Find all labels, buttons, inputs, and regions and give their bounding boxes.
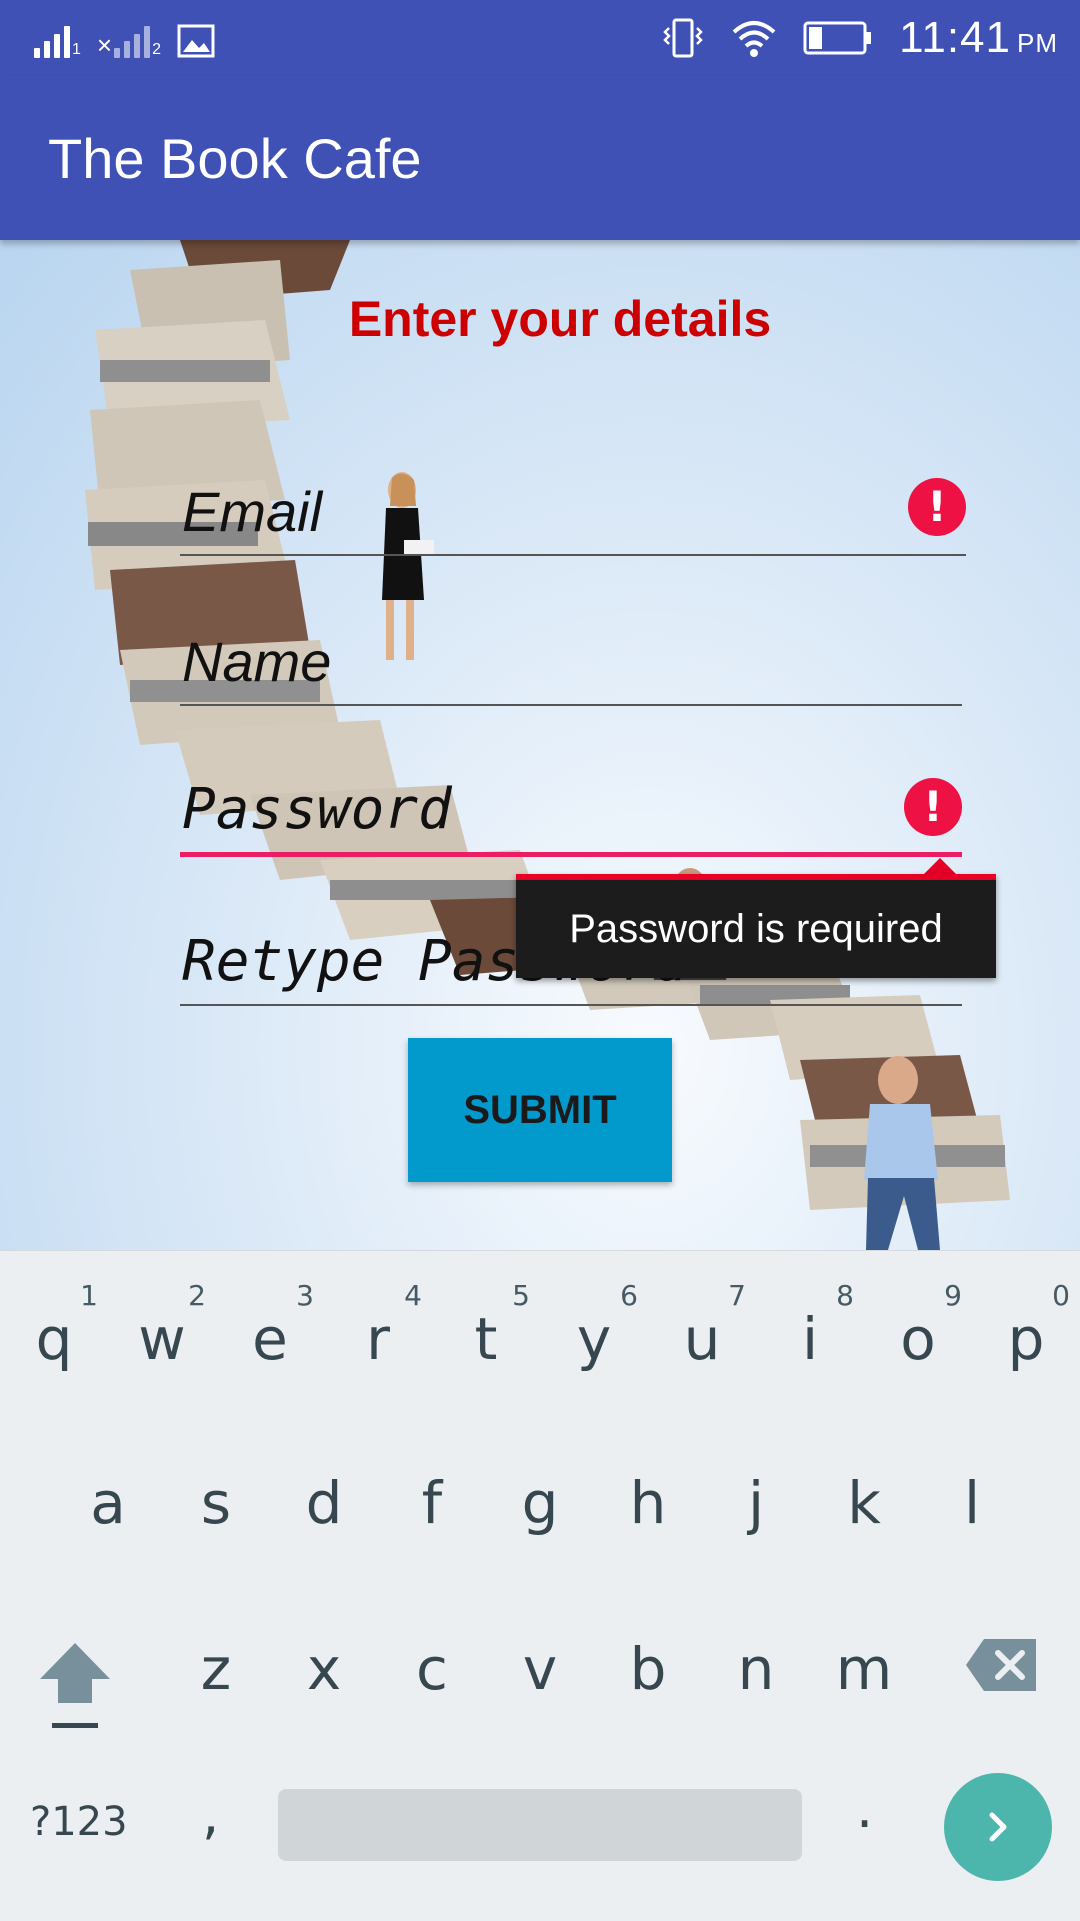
key-char: g (521, 1469, 559, 1537)
chevron-right-icon (989, 1812, 1007, 1842)
clock-ampm: PM (1017, 28, 1058, 58)
space-key[interactable] (278, 1789, 802, 1861)
key-x[interactable]: x (270, 1595, 378, 1725)
signal-icon: 1 (34, 24, 81, 58)
key-j[interactable]: j (702, 1429, 810, 1559)
password-hint: Password (182, 777, 452, 842)
key-char: o (900, 1305, 936, 1373)
key-char: m (835, 1635, 893, 1703)
image-notification-icon (177, 24, 215, 58)
key-h[interactable]: h (594, 1429, 702, 1559)
key-char: n (737, 1635, 775, 1703)
key-char: r (366, 1305, 390, 1373)
email-error-icon[interactable]: ! (908, 478, 966, 536)
submit-button[interactable]: SUBMIT (408, 1038, 672, 1182)
key-n[interactable]: n (702, 1595, 810, 1725)
key-o[interactable]: 9o (864, 1265, 972, 1395)
key-f[interactable]: f (378, 1429, 486, 1559)
battery-icon (803, 21, 872, 55)
app-title: The Book Cafe (48, 127, 422, 190)
key-char: t (474, 1305, 498, 1373)
comma-key[interactable]: , (202, 1783, 219, 1846)
key-char: x (306, 1635, 342, 1703)
key-p[interactable]: 0p (972, 1265, 1080, 1395)
key-q[interactable]: 1q (0, 1265, 108, 1395)
key-k[interactable]: k (810, 1429, 918, 1559)
key-char: k (847, 1469, 881, 1537)
key-char: f (421, 1469, 443, 1537)
form-screen: Enter your details Email ! Name Password… (0, 240, 1080, 1250)
tooltip-text: Password is required (569, 906, 943, 951)
app-bar: The Book Cafe (0, 76, 1080, 240)
key-char: v (522, 1635, 558, 1703)
form-heading: Enter your details (348, 291, 772, 347)
backspace-key[interactable] (966, 1637, 1038, 1693)
shift-icon (40, 1643, 110, 1728)
sim2-label: 2 (152, 41, 161, 58)
key-char: e (252, 1305, 288, 1373)
password-error-tooltip: Password is required (516, 874, 996, 978)
clock-time: 11:41 (899, 13, 1011, 62)
sim1-label: 1 (72, 41, 81, 58)
wifi-icon (732, 21, 776, 57)
go-key[interactable] (944, 1773, 1052, 1881)
key-char: y (576, 1305, 612, 1373)
name-hint: Name (182, 630, 332, 693)
key-e[interactable]: 3e (216, 1265, 324, 1395)
key-b[interactable]: b (594, 1595, 702, 1725)
backspace-icon (966, 1639, 1036, 1691)
tooltip-arrow (924, 858, 956, 874)
key-char: h (629, 1469, 667, 1537)
key-y[interactable]: 6y (540, 1265, 648, 1395)
soft-keyboard: 1q2w3e4r5t6y7u8i9o0p a s d f g h j k l z x c v b nm ?… (0, 1250, 1080, 1921)
period-key[interactable]: . (856, 1777, 873, 1840)
key-char: p (1007, 1305, 1045, 1373)
clock: 11:41 PM (899, 13, 1058, 63)
key-v[interactable]: v (486, 1595, 594, 1725)
shift-key[interactable] (30, 1631, 120, 1741)
key-i[interactable]: 8i (756, 1265, 864, 1395)
email-field[interactable]: Email ! (180, 474, 966, 556)
key-char: b (629, 1635, 667, 1703)
email-hint: Email (182, 480, 323, 543)
status-bar: 1 × 2 11:41 PM (0, 0, 1080, 76)
key-char: j (747, 1469, 765, 1537)
key-char: z (200, 1635, 232, 1703)
key-t[interactable]: 5t (432, 1265, 540, 1395)
key-char: a (90, 1469, 126, 1537)
name-field[interactable]: Name (180, 624, 962, 706)
key-u[interactable]: 7u (648, 1265, 756, 1395)
key-char: c (416, 1635, 448, 1703)
key-w[interactable]: 2w (108, 1265, 216, 1395)
key-a[interactable]: a (54, 1429, 162, 1559)
key-char: i (801, 1305, 819, 1373)
key-g[interactable]: g (486, 1429, 594, 1559)
key-r[interactable]: 4r (324, 1265, 432, 1395)
key-char: u (683, 1305, 721, 1373)
key-char: l (963, 1469, 981, 1537)
key-char: q (35, 1305, 73, 1373)
password-error-icon[interactable]: ! (904, 778, 962, 836)
signal-no-service-icon: × 2 (97, 24, 161, 58)
key-d[interactable]: d (270, 1429, 378, 1559)
key-char: s (200, 1469, 232, 1537)
key-char: w (138, 1305, 186, 1373)
password-field[interactable]: Password ! (180, 772, 962, 857)
submit-label: SUBMIT (463, 1087, 617, 1132)
key-s[interactable]: s (162, 1429, 270, 1559)
key-c[interactable]: c (378, 1595, 486, 1725)
key-z[interactable]: z (162, 1595, 270, 1725)
key-char: d (305, 1469, 343, 1537)
key-m[interactable]: m (810, 1595, 918, 1725)
vibrate-icon (663, 18, 703, 58)
symbols-key[interactable]: ?123 (30, 1799, 128, 1845)
key-l[interactable]: l (918, 1429, 1026, 1559)
